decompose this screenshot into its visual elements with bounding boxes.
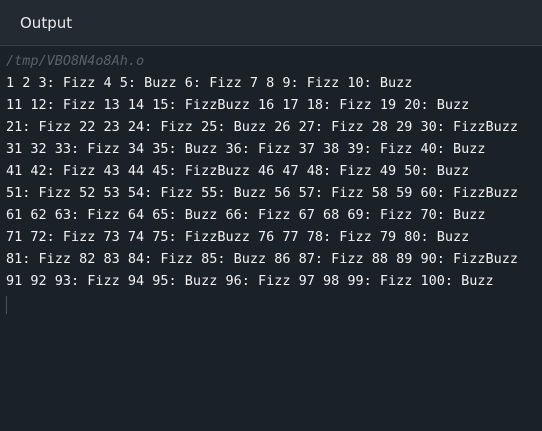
- output-line: 31 32 33: Fizz 34 35: Buzz 36: Fizz 37 3…: [6, 141, 486, 157]
- output-line: 91 92 93: Fizz 94 95: Buzz 96: Fizz 97 9…: [6, 273, 494, 289]
- output-line: 61 62 63: Fizz 64 65: Buzz 66: Fizz 67 6…: [6, 207, 486, 223]
- output-line: 21: Fizz 22 23 24: Fizz 25: Buzz 26 27: …: [6, 119, 519, 135]
- output-title: Output: [20, 13, 73, 32]
- output-header: Output: [0, 0, 542, 46]
- output-panel: Output /tmp/VBO8N4o8Ah.o 1 2 3: Fizz 4 5…: [0, 0, 542, 431]
- output-line: 51: Fizz 52 53 54: Fizz 55: Buzz 56 57: …: [6, 185, 519, 201]
- output-line: 81: Fizz 82 83 84: Fizz 85: Buzz 86 87: …: [6, 251, 519, 267]
- executable-path: /tmp/VBO8N4o8Ah.o: [6, 53, 145, 69]
- output-line: 1 2 3: Fizz 4 5: Buzz 6: Fizz 7 8 9: Fiz…: [6, 75, 413, 91]
- text-cursor: [6, 296, 7, 314]
- output-line: 41 42: Fizz 43 44 45: FizzBuzz 46 47 48:…: [6, 163, 470, 179]
- output-line: 11 12: Fizz 13 14 15: FizzBuzz 16 17 18:…: [6, 97, 470, 113]
- output-line: 71 72: Fizz 73 74 75: FizzBuzz 76 77 78:…: [6, 229, 470, 245]
- terminal-output[interactable]: /tmp/VBO8N4o8Ah.o 1 2 3: Fizz 4 5: Buzz …: [0, 46, 542, 314]
